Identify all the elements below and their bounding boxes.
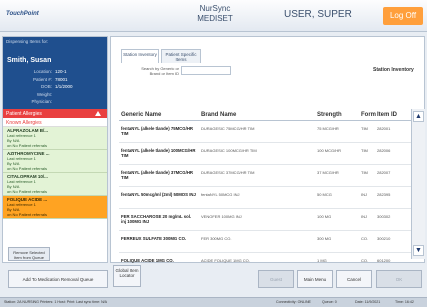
main-menu-button[interactable]: Main Menu <box>297 270 333 288</box>
sidebar-title: Dispensing Items for: <box>3 37 107 56</box>
status-connectivity: Connectivity: ONLINE <box>276 300 311 304</box>
status-queue: Queue: 0 <box>322 300 337 304</box>
queue-item[interactable]: CITALOPRAM 10/... Last reference 1 By N/A o… <box>3 172 107 196</box>
col-generic-name[interactable]: Generic Name <box>119 109 199 120</box>
patient-name: Smith, Susan <box>3 56 107 67</box>
patient-field: Weight: <box>36 91 52 97</box>
table-row[interactable]: FER SACCHAROSE 20 mg/mL sol. inj 100MG I… <box>119 209 411 231</box>
patient-sidebar: Dispensing Items for: Smith, Susan Locat… <box>2 36 108 263</box>
ok-button[interactable]: OK <box>376 270 422 288</box>
table-row[interactable]: fentaNYL 50mcg/ml (2ml) 50MOS INJ fentaNY… <box>119 187 411 209</box>
col-strength[interactable]: Strength <box>315 109 359 120</box>
table-scrollbar[interactable]: ▲ ▼ <box>411 109 425 259</box>
patient-field: Location: 120-1 <box>33 69 67 74</box>
scroll-down-icon[interactable]: ▼ <box>413 245 424 256</box>
cancel-button[interactable]: Cancel <box>336 270 372 288</box>
collapse-up-icon <box>95 110 101 116</box>
patient-field: Patient #: 78001 <box>32 76 68 82</box>
status-station: Station: 2A NURSING Printers: 1 Host: Pr… <box>4 300 108 304</box>
main-panel: Station Inventory Patient Specific Items… <box>110 36 425 275</box>
col-item-id[interactable]: Item ID <box>375 109 411 120</box>
app-title-line2: MEDISET <box>197 14 233 23</box>
table-header: Generic Name Brand Name Strength Form It… <box>119 109 411 121</box>
known-allergies-label: Known Allergies <box>3 118 107 127</box>
log-off-button[interactable]: Log Off <box>383 7 423 25</box>
status-time: Time: 16:42 <box>395 300 414 304</box>
table-row[interactable]: fentaNYL (alkele tlande) 100MCG/HR TIM DU… <box>119 143 411 165</box>
patient-field: Physician: <box>31 99 52 104</box>
search-label: Search by Generic or Brand or Item ID <box>141 66 179 76</box>
tab-station-inventory[interactable]: Station Inventory <box>121 49 159 63</box>
col-brand-name[interactable]: Brand Name <box>199 109 315 120</box>
status-bar: Station: 2A NURSING Printers: 1 Host: Pr… <box>0 297 427 307</box>
global-item-locator-button[interactable]: Global Item Locator <box>113 265 141 287</box>
patient-field: DOB: 1/1/2000 <box>40 84 73 89</box>
patient-allergies-toggle[interactable]: Patient Allergies <box>3 108 107 118</box>
app-title: NurSync MEDISET <box>150 4 280 24</box>
remove-selected-button[interactable]: Remove Selected Item from Queue <box>8 247 50 261</box>
current-user: USER, SUPER <box>284 9 352 20</box>
queue-item[interactable]: AZITHROMYCINE ... Last reference 1 By N/A o… <box>3 149 107 173</box>
col-form[interactable]: Form <box>359 109 376 120</box>
app-logo: TouchPoint <box>6 11 39 17</box>
app-title-line1: NurSync <box>199 4 231 13</box>
tab-patient-specific[interactable]: Patient Specific Items <box>161 49 201 63</box>
station-inventory-label: Station Inventory <box>373 67 414 73</box>
queue-item-selected[interactable]: FOLIQUE ACIDE ... Last reference 1 By N/A o… <box>3 195 107 219</box>
status-date: Date: 11/9/2021 <box>355 300 381 304</box>
scroll-up-icon[interactable]: ▲ <box>413 111 424 122</box>
inventory-table: Generic Name Brand Name Strength Form It… <box>119 109 411 275</box>
guest-button[interactable]: Guest <box>258 270 294 288</box>
top-bar: TouchPoint NurSync MEDISET USER, SUPER L… <box>0 0 427 32</box>
patient-info: Location: 120-1 Patient #: 78001 DOB: 1/1/2… <box>3 67 107 109</box>
table-row[interactable]: fentaNYL (alkele tlande) 37MCG/HR TIM DUR… <box>119 165 411 187</box>
table-row[interactable]: fentaNYL (alkele tlande) 75MCG/HR TIM DUR… <box>119 121 411 143</box>
add-to-queue-button[interactable]: Add To Medication Removal Queue <box>8 270 108 288</box>
bottom-toolbar: Add To Medication Removal Queue Global I… <box>0 265 427 297</box>
queue-item[interactable]: ALPRAZOLAM B/... Last reference 1 By N/A on… <box>3 126 107 150</box>
search-input[interactable] <box>181 66 231 75</box>
table-row[interactable]: FERREUX SULFATE 300MG CO. FER 300MG CO. 30… <box>119 231 411 253</box>
